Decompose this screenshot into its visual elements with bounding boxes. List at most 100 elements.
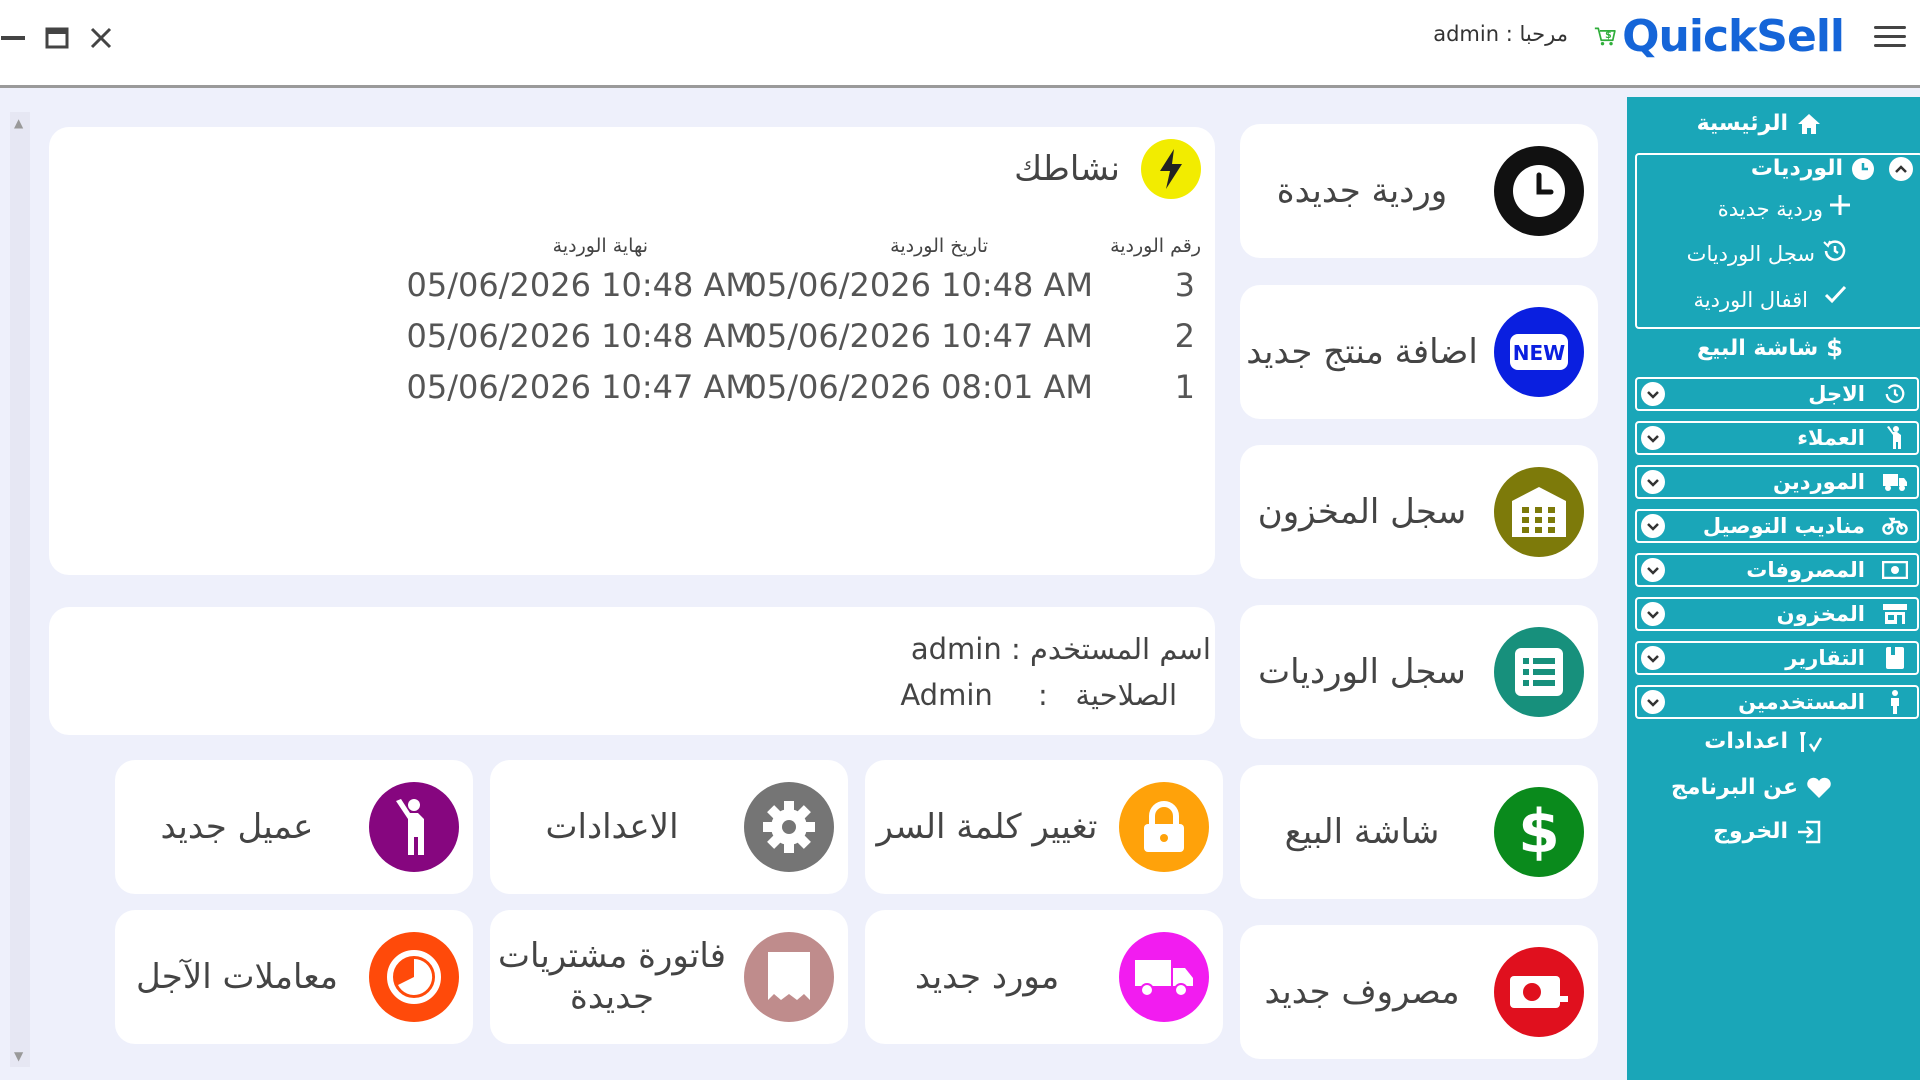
sidebar-item-label: شاشة البيع (1696, 335, 1819, 361)
user-icon (1881, 688, 1909, 716)
scrollbar[interactable]: ▲ ▼ (10, 112, 30, 1067)
chevron-down-icon (1641, 470, 1665, 494)
dollar-small-icon: $ (1826, 334, 1843, 362)
sidebar-item-shifts[interactable]: الورديات (1751, 156, 1875, 181)
person-small-icon (1881, 424, 1909, 452)
settings-tile[interactable]: الاعدادات (490, 760, 848, 894)
receipt-icon (744, 932, 834, 1022)
sidebar-item-customers[interactable]: العملاء (1635, 421, 1919, 455)
column-header-shift-number: رقم الوردية (1110, 235, 1201, 257)
sidebar-item-suppliers[interactable]: الموردين (1635, 465, 1919, 499)
maximize-icon (45, 27, 69, 49)
column-header-shift-date: تاريخ الوردية (890, 235, 988, 257)
username-value: admin (910, 632, 1002, 666)
minimize-button[interactable] (0, 18, 26, 58)
list-icon (1494, 627, 1584, 717)
credit-transactions-tile[interactable]: معاملات الآجل (115, 910, 473, 1044)
money-small-icon (1881, 556, 1909, 584)
greeting-text: مرحبا : admin (1433, 22, 1568, 46)
heart-icon (1806, 777, 1832, 799)
shift-number: 3 (1174, 266, 1195, 304)
shift-start: 05/06/2026 10:48 AM (746, 266, 1094, 304)
inventory-log-tile[interactable]: سجل المخزون (1240, 445, 1598, 579)
truck-small-icon (1881, 468, 1909, 496)
lightning-icon (1141, 139, 1201, 199)
maximize-button[interactable] (44, 18, 70, 58)
app-logo: $ QuickSell (1594, 6, 1845, 66)
shift-start: 05/06/2026 08:01 AM (746, 368, 1094, 406)
sidebar-item-reports[interactable]: التقارير (1635, 641, 1919, 675)
truck-icon (1119, 932, 1209, 1022)
new-badge-icon: NEW (1494, 307, 1584, 397)
username-line: اسم المستخدم : admin (911, 632, 1211, 666)
check-icon (1823, 283, 1847, 309)
sidebar-item-sales-screen[interactable]: $ شاشة البيع (1697, 334, 1843, 362)
sidebar-item-credit[interactable]: الاجل (1635, 377, 1919, 411)
scroll-up-icon[interactable]: ▲ (14, 116, 23, 130)
shift-end: 05/06/2026 10:48 AM (406, 317, 754, 355)
tools-icon (1796, 730, 1822, 754)
sidebar-item-delivery[interactable]: مناديب التوصيل (1635, 509, 1919, 543)
sidebar-item-label: الورديات (1750, 156, 1843, 181)
sidebar-item-label: المخزون (1776, 602, 1865, 626)
dollar-icon: $ (1494, 787, 1584, 877)
store-icon (1881, 600, 1909, 628)
shifts-log-tile[interactable]: سجل الورديات (1240, 605, 1598, 739)
timer-icon (369, 932, 459, 1022)
sidebar-item-about[interactable]: عن البرنامج (1671, 775, 1832, 800)
sidebar-item-label: المصروفات (1746, 558, 1865, 582)
sidebar-item-inventory[interactable]: المخزون (1635, 597, 1919, 631)
sidebar-item-logout[interactable]: الخروج (1713, 819, 1822, 844)
chevron-down-icon (1641, 426, 1665, 450)
sidebar-item-expenses[interactable]: المصروفات (1635, 553, 1919, 587)
money-icon (1494, 947, 1584, 1037)
bike-icon (1881, 512, 1909, 540)
chevron-up-icon[interactable] (1889, 157, 1913, 181)
sidebar-subitem-new-shift[interactable]: وردية جديدة (1718, 197, 1823, 221)
sidebar-subitem-shifts-log[interactable]: سجل الورديات (1687, 242, 1815, 266)
activity-title: نشاطك (1014, 149, 1120, 189)
close-button[interactable] (88, 18, 114, 58)
sidebar-item-label: عن البرنامج (1671, 775, 1798, 800)
sidebar-subitem-close-shift[interactable]: اقفال الوردية (1693, 288, 1808, 312)
add-product-label: اضافة منتج جديد (1246, 331, 1478, 372)
new-expense-tile[interactable]: مصروف جديد (1240, 925, 1598, 1059)
title-bar: مرحبا : admin $ QuickSell (0, 0, 1920, 88)
chevron-down-icon (1641, 558, 1665, 582)
role-line: الصلاحية : Admin (900, 678, 1177, 712)
sales-screen-tile[interactable]: $ شاشة البيع (1240, 765, 1598, 899)
menu-hamburger-icon[interactable] (1874, 20, 1906, 53)
new-customer-tile[interactable]: عميل جديد (115, 760, 473, 894)
chevron-down-icon (1641, 514, 1665, 538)
history-icon (1823, 239, 1847, 267)
new-supplier-tile[interactable]: مورد جديد (865, 910, 1223, 1044)
gear-icon (744, 782, 834, 872)
sales-screen-label: شاشة البيع (1284, 811, 1440, 852)
clock-icon (1494, 146, 1584, 236)
sidebar-item-settings[interactable]: اعدادات (1704, 729, 1822, 754)
new-shift-tile[interactable]: وردية جديدة (1240, 124, 1598, 258)
sidebar-item-home[interactable]: الرئيسية (1697, 111, 1822, 136)
shift-end: 05/06/2026 10:47 AM (406, 368, 754, 406)
sidebar: الرئيسية الورديات وردية جديدة سجل الوردي… (1627, 97, 1920, 1080)
role-value: Admin (900, 678, 993, 712)
add-product-tile[interactable]: NEW اضافة منتج جديد (1240, 285, 1598, 419)
home-icon (1796, 112, 1822, 136)
chevron-down-icon (1641, 646, 1665, 670)
book-icon (1881, 644, 1909, 672)
sidebar-item-label: الموردين (1773, 470, 1865, 494)
scroll-down-icon[interactable]: ▼ (14, 1049, 23, 1063)
sidebar-item-users[interactable]: المستخدمين (1635, 685, 1919, 719)
new-purchase-invoice-tile[interactable]: فاتورة مشتريات جديدة (490, 910, 848, 1044)
shift-end: 05/06/2026 10:48 AM (406, 266, 754, 304)
history-icon (1881, 380, 1909, 408)
new-customer-label: عميل جديد (160, 806, 314, 847)
credit-transactions-label: معاملات الآجل (136, 956, 338, 997)
sidebar-item-label: الرئيسية (1696, 111, 1788, 136)
sidebar-item-label: التقارير (1785, 646, 1865, 670)
warehouse-icon (1494, 467, 1584, 557)
shift-number: 1 (1174, 368, 1195, 406)
change-password-tile[interactable]: تغيير كلمة السر (865, 760, 1223, 894)
inventory-log-label: سجل المخزون (1257, 491, 1467, 532)
sidebar-item-label: اعدادات (1704, 729, 1788, 754)
